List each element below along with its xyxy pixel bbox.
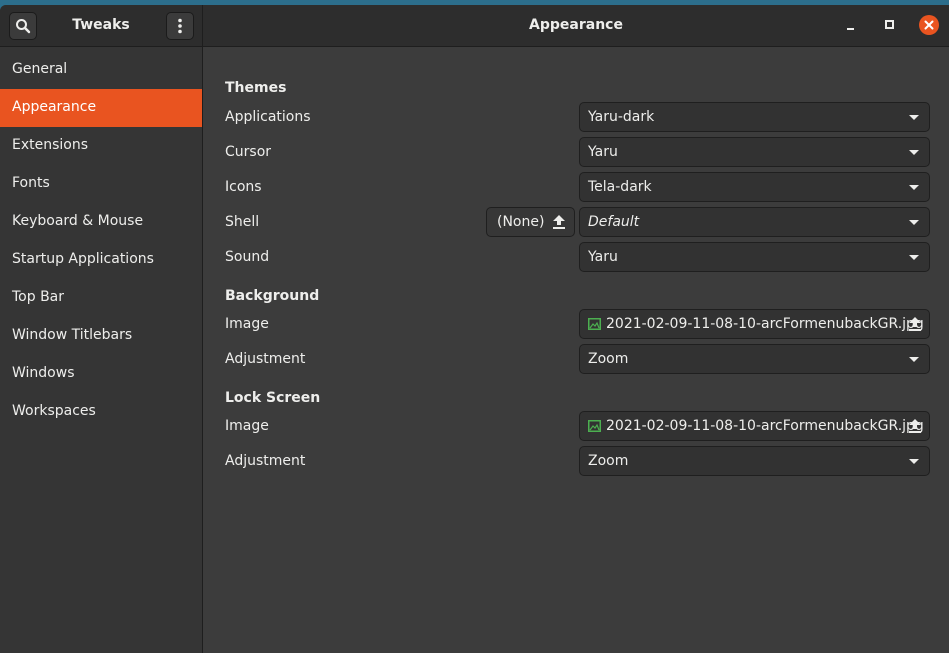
lock-screen-adjustment-label: Adjustment [225, 453, 306, 469]
shell-label: Shell [225, 214, 260, 230]
sidebar-item-startup-applications[interactable]: Startup Applications [0, 241, 202, 279]
vertical-dots-icon [178, 18, 182, 34]
header-bar: Tweaks Appearance [0, 5, 949, 47]
sidebar-item-extensions[interactable]: Extensions [0, 127, 202, 165]
maximize-icon [885, 20, 894, 29]
background-image-label: Image [225, 316, 269, 332]
upload-icon [909, 419, 921, 433]
icons-theme-combo[interactable]: Tela-dark [579, 172, 930, 202]
sound-theme-value: Yaru [588, 249, 618, 265]
icons-label: Icons [225, 179, 262, 195]
sidebar-item-general[interactable]: General [0, 51, 202, 89]
background-image-chooser[interactable]: 2021-02-09-11-08-10-arcFormenubackGR.jpg [579, 309, 930, 339]
chevron-down-icon [909, 150, 919, 155]
lock-screen-adjustment-value: Zoom [588, 453, 629, 469]
minimize-icon [847, 28, 854, 30]
sound-label: Sound [225, 249, 270, 265]
cursor-label: Cursor [225, 144, 272, 160]
applications-label: Applications [225, 109, 311, 125]
shell-theme-combo[interactable]: Default [579, 207, 930, 237]
sound-theme-combo[interactable]: Yaru [579, 242, 930, 272]
sidebar-item-top-bar[interactable]: Top Bar [0, 279, 202, 317]
background-image-value: 2021-02-09-11-08-10-arcFormenubackGR.jpg [606, 316, 924, 332]
menu-button[interactable] [166, 12, 194, 40]
applications-theme-value: Yaru-dark [588, 109, 655, 125]
sidebar: General Appearance Extensions Fonts Keyb… [0, 47, 203, 653]
upload-icon [553, 215, 565, 229]
sidebar-item-windows[interactable]: Windows [0, 355, 202, 393]
sidebar-item-keyboard-mouse[interactable]: Keyboard & Mouse [0, 203, 202, 241]
chevron-down-icon [909, 220, 919, 225]
background-adjustment-label: Adjustment [225, 351, 306, 367]
themes-heading: Themes [225, 80, 287, 96]
maximize-button[interactable] [880, 15, 900, 35]
sidebar-item-fonts[interactable]: Fonts [0, 165, 202, 203]
chevron-down-icon [909, 357, 919, 362]
lock-screen-image-value: 2021-02-09-11-08-10-arcFormenubackGR.jpg [606, 418, 924, 434]
appearance-panel: Themes Applications Yaru-dark Cursor Yar… [203, 47, 949, 653]
cursor-theme-combo[interactable]: Yaru [579, 137, 930, 167]
upload-icon [909, 317, 921, 331]
background-heading: Background [225, 288, 320, 304]
chevron-down-icon [909, 255, 919, 260]
shell-file-value: (None) [497, 214, 545, 230]
chevron-down-icon [909, 185, 919, 190]
image-file-icon [588, 420, 601, 432]
search-button[interactable] [9, 12, 37, 40]
search-icon [16, 19, 31, 34]
icons-theme-value: Tela-dark [588, 179, 652, 195]
tweaks-window: Tweaks Appearance General Appearance Ext… [0, 5, 949, 653]
applications-theme-combo[interactable]: Yaru-dark [579, 102, 930, 132]
lock-screen-adjustment-combo[interactable]: Zoom [579, 446, 930, 476]
lock-screen-image-chooser[interactable]: 2021-02-09-11-08-10-arcFormenubackGR.jpg [579, 411, 930, 441]
sidebar-header: Tweaks [0, 5, 203, 46]
minimize-button[interactable] [841, 15, 861, 35]
background-adjustment-combo[interactable]: Zoom [579, 344, 930, 374]
close-button[interactable] [919, 15, 939, 35]
lock-screen-heading: Lock Screen [225, 390, 321, 406]
cursor-theme-value: Yaru [588, 144, 618, 160]
sidebar-item-workspaces[interactable]: Workspaces [0, 393, 202, 431]
background-adjustment-value: Zoom [588, 351, 629, 367]
chevron-down-icon [909, 115, 919, 120]
close-icon [924, 20, 934, 30]
sidebar-item-appearance[interactable]: Appearance [0, 89, 202, 127]
shell-file-button[interactable]: (None) [486, 207, 575, 237]
shell-theme-value: Default [588, 214, 640, 230]
sidebar-item-window-titlebars[interactable]: Window Titlebars [0, 317, 202, 355]
chevron-down-icon [909, 459, 919, 464]
lock-screen-image-label: Image [225, 418, 269, 434]
image-file-icon [588, 318, 601, 330]
page-title: Appearance [529, 17, 623, 33]
app-title: Tweaks [72, 17, 130, 33]
